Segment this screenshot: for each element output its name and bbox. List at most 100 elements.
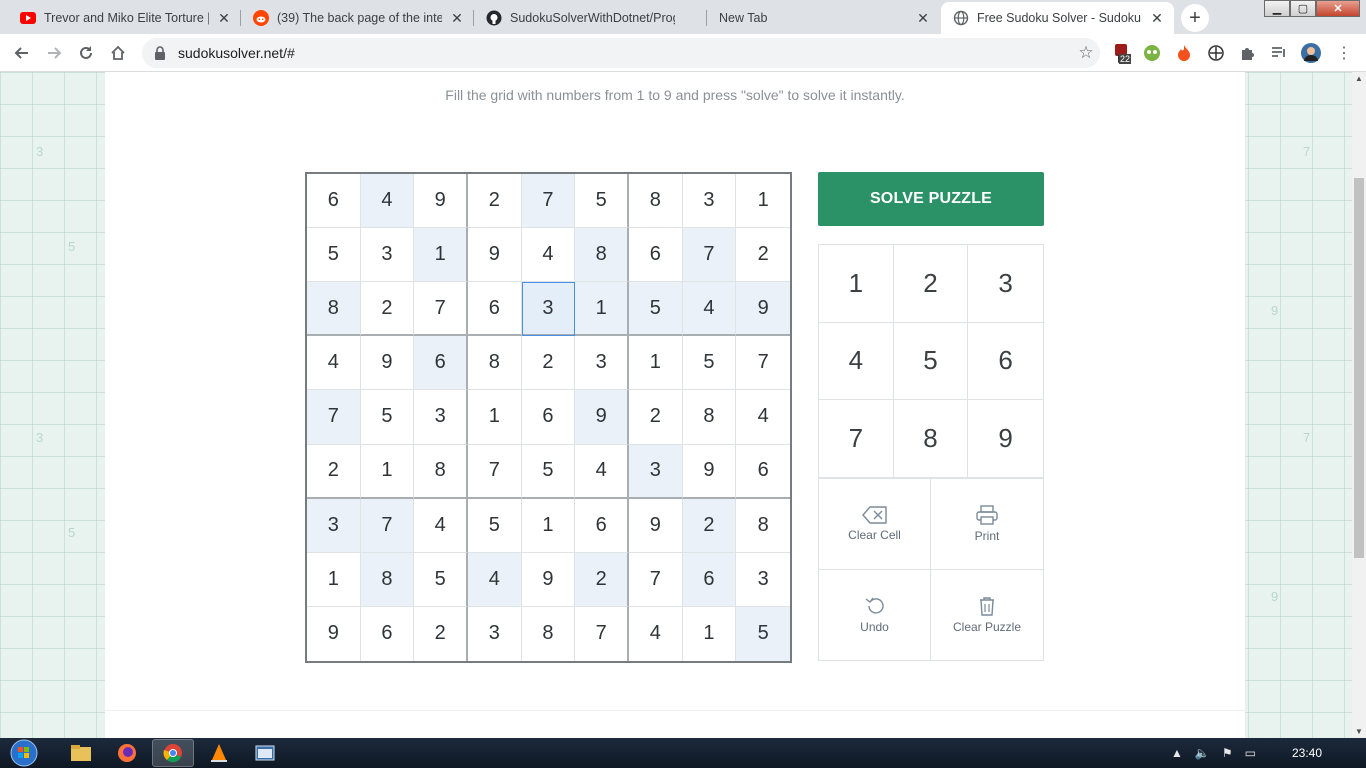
sudoku-cell[interactable]: 2 xyxy=(521,336,576,391)
tab-youtube[interactable]: Trevor and Miko Elite Torture | C ✕ xyxy=(8,2,241,34)
numpad-key-3[interactable]: 3 xyxy=(968,245,1043,323)
sudoku-cell[interactable]: 3 xyxy=(521,282,576,337)
sudoku-cell[interactable]: 3 xyxy=(682,174,737,229)
sudoku-cell[interactable]: 7 xyxy=(468,444,522,499)
scroll-up-arrow-icon[interactable]: ▲ xyxy=(1355,74,1363,83)
print-button[interactable]: Print xyxy=(931,479,1043,570)
sudoku-cell[interactable]: 5 xyxy=(521,444,576,499)
sudoku-cell[interactable]: 1 xyxy=(414,228,468,283)
sudoku-cell[interactable]: 3 xyxy=(468,606,522,661)
sudoku-cell[interactable]: 1 xyxy=(360,444,415,499)
sudoku-cell[interactable]: 1 xyxy=(575,282,629,337)
taskbar-clock[interactable]: 23:40 xyxy=(1292,746,1322,760)
sudoku-cell[interactable]: 7 xyxy=(307,390,361,445)
sudoku-cell[interactable]: 4 xyxy=(468,552,522,607)
chrome-icon[interactable] xyxy=(152,739,194,767)
extensions-puzzle-icon[interactable] xyxy=(1237,43,1257,63)
tab-new-tab[interactable]: New Tab ✕ xyxy=(707,2,940,34)
sudoku-cell[interactable]: 2 xyxy=(736,228,790,283)
profile-avatar[interactable] xyxy=(1301,43,1321,63)
sudoku-cell[interactable]: 6 xyxy=(736,445,790,499)
new-tab-button[interactable]: + xyxy=(1181,4,1209,32)
sudoku-cell[interactable]: 9 xyxy=(629,498,683,553)
sudoku-cell[interactable]: 9 xyxy=(521,552,576,607)
sudoku-cell[interactable]: 7 xyxy=(736,336,790,391)
sudoku-cell[interactable]: 3 xyxy=(414,390,468,445)
sudoku-cell[interactable]: 8 xyxy=(682,390,737,445)
numpad-key-1[interactable]: 1 xyxy=(819,245,894,323)
tab-github[interactable]: SudokuSolverWithDotnet/Progr ✕ xyxy=(474,2,707,34)
close-window-icon[interactable]: ✕ xyxy=(1316,0,1360,17)
sudoku-cell[interactable]: 6 xyxy=(575,498,629,553)
sudoku-cell[interactable]: 2 xyxy=(307,444,361,499)
tray-expand-icon[interactable]: ▲ xyxy=(1171,746,1183,760)
numpad-key-9[interactable]: 9 xyxy=(968,400,1043,478)
page-scrollbar[interactable]: ▲ ▼ xyxy=(1352,72,1366,738)
sudoku-cell[interactable]: 6 xyxy=(682,552,737,607)
sudoku-cell[interactable]: 2 xyxy=(629,390,683,445)
lock-icon[interactable] xyxy=(154,46,168,60)
file-explorer-icon[interactable] xyxy=(60,739,102,767)
sudoku-cell[interactable]: 2 xyxy=(414,606,468,661)
tab-close-icon[interactable]: ✕ xyxy=(914,9,932,27)
sudoku-cell[interactable]: 4 xyxy=(682,282,737,337)
sudoku-cell[interactable]: 2 xyxy=(468,174,522,229)
tab-close-icon[interactable]: ✕ xyxy=(215,9,233,27)
numpad-key-7[interactable]: 7 xyxy=(819,400,894,478)
numpad-key-6[interactable]: 6 xyxy=(968,323,1043,401)
sudoku-cell[interactable]: 8 xyxy=(575,228,629,283)
media-queue-icon[interactable] xyxy=(1269,43,1289,63)
sudoku-cell[interactable]: 3 xyxy=(360,228,415,283)
vlc-icon[interactable] xyxy=(198,739,240,767)
sudoku-cell[interactable]: 8 xyxy=(307,282,361,337)
extension-face-icon[interactable] xyxy=(1142,43,1162,63)
sudoku-cell[interactable]: 4 xyxy=(575,444,629,499)
sudoku-cell[interactable]: 6 xyxy=(307,174,361,229)
sudoku-cell[interactable]: 6 xyxy=(361,606,415,661)
sudoku-cell[interactable]: 5 xyxy=(414,552,468,607)
tab-reddit[interactable]: (39) The back page of the intern ✕ xyxy=(241,2,474,34)
solve-puzzle-button[interactable]: SOLVE PUZZLE xyxy=(818,172,1044,226)
sudoku-cell[interactable]: 7 xyxy=(629,552,683,607)
sudoku-cell[interactable]: 4 xyxy=(307,336,361,391)
extension-move-icon[interactable] xyxy=(1206,43,1226,63)
sudoku-cell[interactable]: 4 xyxy=(521,228,576,283)
sudoku-cell[interactable]: 9 xyxy=(360,336,415,391)
tab-close-icon[interactable]: ✕ xyxy=(448,9,466,27)
url-text[interactable]: sudokusolver.net/# xyxy=(178,45,1072,61)
clear-cell-button[interactable]: Clear Cell xyxy=(819,479,931,570)
sudoku-cell[interactable]: 3 xyxy=(629,444,683,499)
address-bar[interactable]: sudokusolver.net/# ☆ xyxy=(142,38,1100,68)
numpad-key-2[interactable]: 2 xyxy=(893,245,969,323)
sudoku-cell[interactable]: 5 xyxy=(360,390,415,445)
sudoku-cell[interactable]: 1 xyxy=(468,390,522,445)
tab-close-icon[interactable]: ✕ xyxy=(1148,9,1166,27)
volume-icon[interactable]: 🔈 xyxy=(1195,746,1210,760)
sudoku-cell[interactable]: 7 xyxy=(682,228,737,283)
sudoku-cell[interactable]: 9 xyxy=(468,228,522,283)
sudoku-cell[interactable]: 5 xyxy=(307,228,361,283)
sudoku-cell[interactable]: 6 xyxy=(521,390,576,445)
sudoku-cell[interactable]: 9 xyxy=(736,282,790,337)
sudoku-cell[interactable]: 3 xyxy=(736,553,790,607)
sudoku-cell[interactable]: 5 xyxy=(682,336,737,391)
sudoku-cell[interactable]: 9 xyxy=(575,390,629,445)
numpad-key-5[interactable]: 5 xyxy=(893,322,969,401)
sudoku-cell[interactable]: 6 xyxy=(468,282,522,337)
sudoku-cell[interactable]: 5 xyxy=(575,174,629,229)
sudoku-cell[interactable]: 1 xyxy=(521,498,576,553)
sudoku-cell[interactable]: 7 xyxy=(414,282,468,337)
sudoku-cell[interactable]: 1 xyxy=(307,552,361,607)
sudoku-cell[interactable]: 8 xyxy=(629,174,683,229)
sudoku-cell[interactable]: 2 xyxy=(360,282,415,337)
sudoku-cell[interactable]: 6 xyxy=(414,336,468,391)
extension-shield-icon[interactable]: 22 xyxy=(1112,43,1132,64)
sudoku-cell[interactable]: 1 xyxy=(736,174,790,229)
sudoku-cell[interactable]: 7 xyxy=(360,498,415,553)
sudoku-cell[interactable]: 4 xyxy=(736,390,790,445)
sudoku-cell[interactable]: 9 xyxy=(414,174,468,229)
extension-fire-icon[interactable] xyxy=(1174,43,1194,63)
scroll-down-arrow-icon[interactable]: ▼ xyxy=(1355,727,1363,736)
sudoku-cell[interactable]: 6 xyxy=(629,228,683,283)
tab-sudoku-solver[interactable]: Free Sudoku Solver - SudokuSo ✕ xyxy=(941,2,1174,34)
